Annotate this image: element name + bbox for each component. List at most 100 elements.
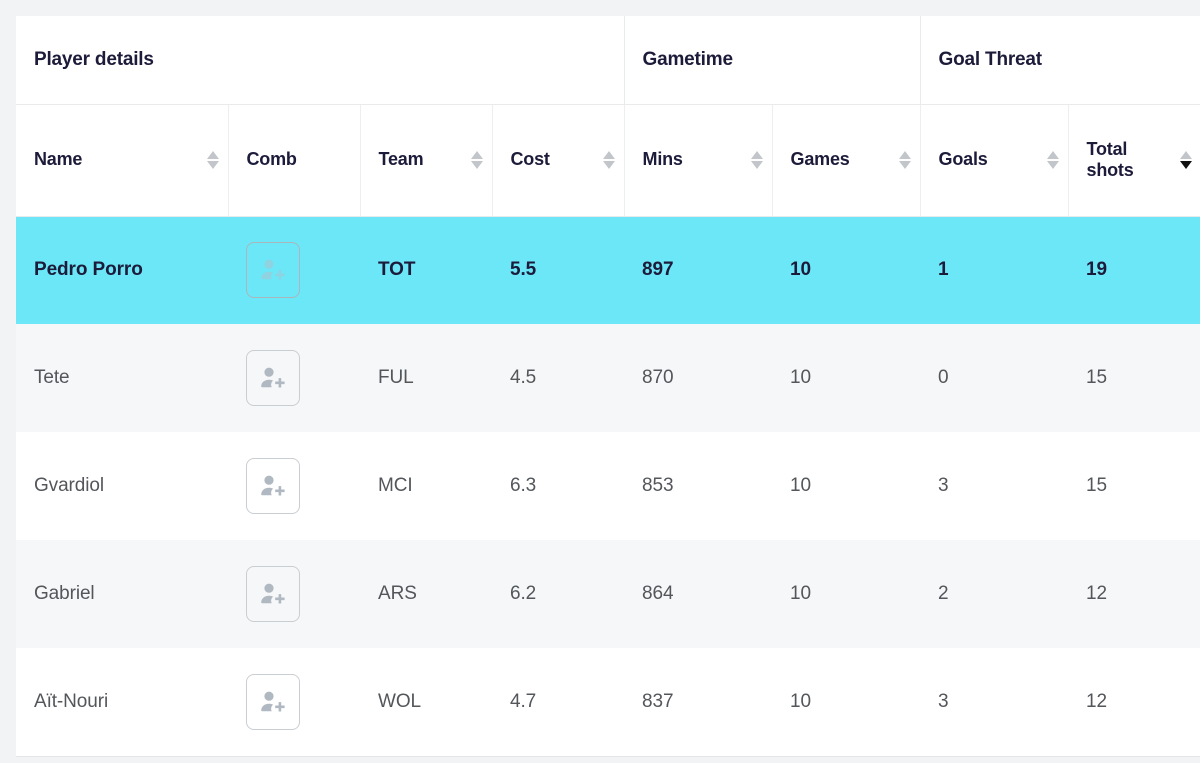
table-row[interactable]: Aït-Nouri WOL 4.7 837 10 3 12 bbox=[16, 648, 1200, 757]
column-header-mins[interactable]: Mins bbox=[624, 104, 773, 217]
cell-total_shots: 12 bbox=[1068, 540, 1200, 648]
cell-value-mins: 864 bbox=[642, 583, 674, 604]
cell-games: 10 bbox=[772, 216, 921, 324]
column-header-label-goals: Goals bbox=[938, 149, 988, 170]
cell-team: TOT bbox=[360, 216, 492, 324]
cell-value-goals: 2 bbox=[938, 583, 949, 604]
sort-ascending-caret-icon bbox=[603, 151, 616, 159]
sort-icon[interactable] bbox=[603, 147, 616, 173]
group-header-row: Player details Gametime Goal Threat bbox=[16, 16, 1200, 105]
cell-cost: 4.5 bbox=[492, 324, 625, 432]
group-header-label: Goal Threat bbox=[938, 48, 1043, 70]
table-row[interactable]: Gvardiol MCI 6.3 853 10 3 15 bbox=[16, 432, 1200, 540]
sort-ascending-caret-icon bbox=[899, 151, 912, 159]
cell-name: Tete bbox=[16, 324, 228, 432]
column-header-goals[interactable]: Goals bbox=[920, 104, 1069, 217]
cell-goals: 2 bbox=[920, 540, 1069, 648]
cell-value-games: 10 bbox=[790, 367, 811, 388]
cell-value-games: 10 bbox=[790, 691, 811, 712]
sort-descending-caret-icon bbox=[751, 161, 764, 169]
cell-comb bbox=[228, 432, 360, 540]
cell-mins: 853 bbox=[624, 432, 773, 540]
sort-icon[interactable] bbox=[899, 147, 912, 173]
cell-value-cost: 4.5 bbox=[510, 367, 537, 388]
column-header-label-cost: Cost bbox=[510, 149, 550, 170]
sort-icon[interactable] bbox=[207, 147, 220, 173]
cell-cost: 6.2 bbox=[492, 540, 625, 648]
column-header-name[interactable]: Name bbox=[16, 104, 229, 217]
cell-mins: 864 bbox=[624, 540, 773, 648]
sort-ascending-caret-icon bbox=[1047, 151, 1060, 159]
cell-mins: 870 bbox=[624, 324, 773, 432]
table-body: Pedro Porro TOT 5.5 897 10 1 19 Tete FUL 4.5 870 10… bbox=[16, 216, 1200, 757]
column-header-label-team: Team bbox=[378, 149, 424, 170]
group-header-label: Gametime bbox=[642, 48, 733, 70]
sort-icon[interactable] bbox=[1179, 147, 1192, 173]
cell-value-total_shots: 12 bbox=[1086, 691, 1107, 712]
cell-games: 10 bbox=[772, 648, 921, 757]
column-header-label-games: Games bbox=[790, 149, 850, 170]
cell-cost: 5.5 bbox=[492, 216, 625, 324]
column-header-team[interactable]: Team bbox=[360, 104, 493, 217]
cell-value-games: 10 bbox=[790, 583, 811, 604]
cell-value-goals: 3 bbox=[938, 475, 949, 496]
cell-value-name: Gvardiol bbox=[34, 475, 104, 496]
column-header-cost[interactable]: Cost bbox=[492, 104, 625, 217]
add-person-icon bbox=[260, 474, 286, 498]
sort-ascending-caret-icon bbox=[751, 151, 764, 159]
cell-value-cost: 5.5 bbox=[510, 259, 537, 280]
cell-value-cost: 6.2 bbox=[510, 583, 537, 604]
cell-value-cost: 6.3 bbox=[510, 475, 537, 496]
column-header-games[interactable]: Games bbox=[772, 104, 921, 217]
cell-comb bbox=[228, 648, 360, 757]
cell-goals: 1 bbox=[920, 216, 1069, 324]
cell-value-team: TOT bbox=[378, 259, 416, 280]
table-head: Player details Gametime Goal Threat Name Co… bbox=[16, 16, 1200, 217]
add-person-icon bbox=[260, 690, 286, 714]
column-header-row: Name Comb Team Cost Mins Games Goals Total shot… bbox=[16, 104, 1200, 217]
table-row[interactable]: Pedro Porro TOT 5.5 897 10 1 19 bbox=[16, 216, 1200, 324]
cell-value-mins: 837 bbox=[642, 691, 674, 712]
group-header-gametime: Gametime bbox=[624, 16, 921, 105]
cell-goals: 0 bbox=[920, 324, 1069, 432]
column-header-label-name: Name bbox=[34, 149, 83, 170]
add-player-button[interactable] bbox=[246, 566, 300, 622]
cell-team: FUL bbox=[360, 324, 492, 432]
cell-value-games: 10 bbox=[790, 475, 811, 496]
column-header-label-comb: Comb bbox=[246, 149, 297, 170]
table-row[interactable]: Gabriel ARS 6.2 864 10 2 12 bbox=[16, 540, 1200, 648]
add-player-button[interactable] bbox=[246, 350, 300, 406]
sort-icon[interactable] bbox=[1047, 147, 1060, 173]
sort-ascending-caret-icon bbox=[207, 151, 219, 159]
sort-descending-caret-icon bbox=[471, 161, 483, 169]
cell-value-team: WOL bbox=[378, 691, 421, 712]
column-header-label-mins: Mins bbox=[642, 149, 683, 170]
cell-comb bbox=[228, 540, 360, 648]
cell-name: Gabriel bbox=[16, 540, 228, 648]
cell-comb bbox=[228, 324, 360, 432]
player-stats-table: Player details Gametime Goal Threat Name Co… bbox=[16, 16, 1200, 757]
cell-name: Gvardiol bbox=[16, 432, 228, 540]
column-header-total_shots[interactable]: Total shots bbox=[1068, 104, 1200, 217]
table-row[interactable]: Tete FUL 4.5 870 10 0 15 bbox=[16, 324, 1200, 432]
add-player-button[interactable] bbox=[246, 242, 300, 298]
sort-icon[interactable] bbox=[471, 147, 484, 173]
cell-value-name: Pedro Porro bbox=[34, 259, 143, 280]
sort-descending-caret-icon bbox=[1047, 161, 1060, 169]
add-player-button[interactable] bbox=[246, 674, 300, 730]
add-player-button[interactable] bbox=[246, 458, 300, 514]
cell-value-mins: 853 bbox=[642, 475, 674, 496]
cell-value-name: Gabriel bbox=[34, 583, 95, 604]
cell-mins: 897 bbox=[624, 216, 773, 324]
sort-icon[interactable] bbox=[751, 147, 764, 173]
cell-games: 10 bbox=[772, 324, 921, 432]
cell-comb bbox=[228, 216, 360, 324]
cell-value-team: ARS bbox=[378, 583, 417, 604]
cell-team: WOL bbox=[360, 648, 492, 757]
group-header-player-details: Player details bbox=[16, 16, 625, 105]
column-header-comb: Comb bbox=[228, 104, 361, 217]
sort-ascending-caret-icon bbox=[1179, 151, 1192, 159]
cell-mins: 837 bbox=[624, 648, 773, 757]
cell-total_shots: 19 bbox=[1068, 216, 1200, 324]
cell-value-name: Tete bbox=[34, 367, 70, 388]
